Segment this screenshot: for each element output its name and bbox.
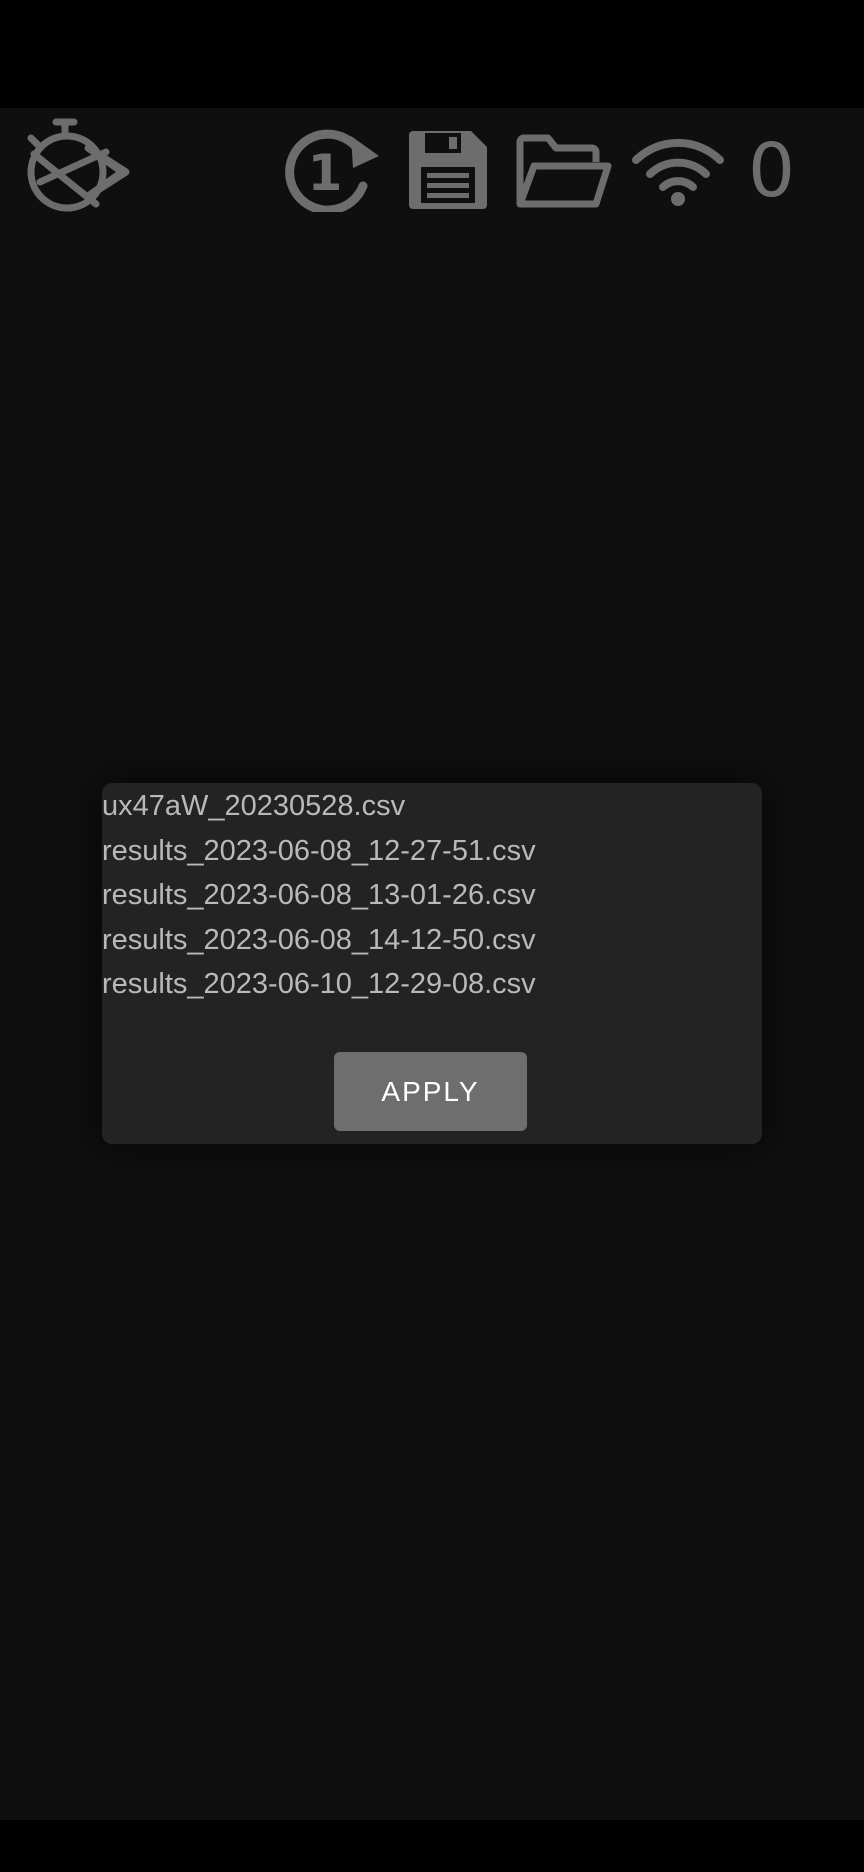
file-item[interactable]: ux47aW_20230528.csv — [102, 783, 762, 828]
wifi-icon[interactable] — [630, 132, 726, 208]
file-item[interactable]: results_2023-06-10_12-29-08.csv — [102, 961, 762, 1006]
file-item[interactable]: results_2023-06-08_12-27-51.csv — [102, 828, 762, 873]
save-icon[interactable] — [407, 129, 489, 211]
screen: 1 0 ux47aW_20230528.csv results_2023-06-… — [0, 0, 864, 1872]
file-picker-dialog: ux47aW_20230528.csv results_2023-06-08_1… — [102, 783, 762, 1144]
svg-text:1: 1 — [308, 144, 343, 202]
wifi-count: 0 — [748, 128, 796, 214]
file-item[interactable]: results_2023-06-08_13-01-26.csv — [102, 872, 762, 917]
apply-button[interactable]: APPLY — [334, 1052, 527, 1131]
status-bar — [0, 0, 864, 108]
navigation-bar — [0, 1820, 864, 1872]
file-item[interactable]: results_2023-06-08_14-12-50.csv — [102, 917, 762, 962]
file-list: ux47aW_20230528.csv results_2023-06-08_1… — [102, 783, 762, 1006]
repeat-once-icon[interactable]: 1 — [285, 128, 383, 212]
stopwatch-off-icon[interactable] — [26, 118, 130, 214]
folder-open-icon[interactable] — [514, 132, 612, 212]
